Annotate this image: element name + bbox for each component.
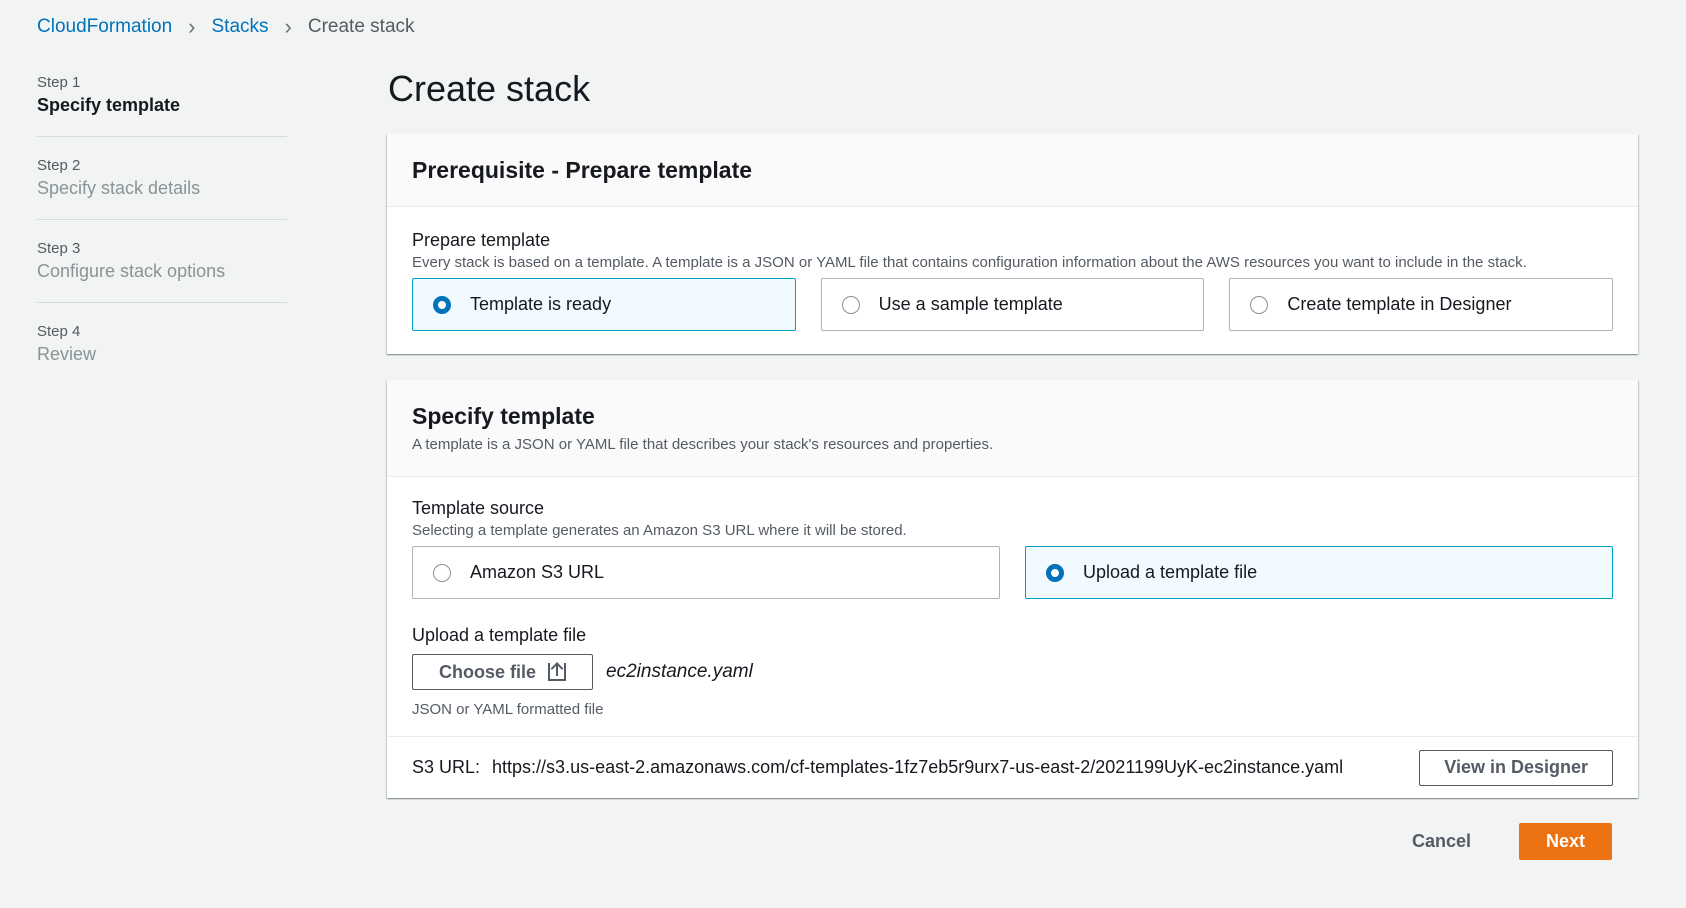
panel-description: A template is a JSON or YAML file that d… bbox=[412, 436, 994, 453]
step-title: Review bbox=[37, 344, 97, 364]
field-label: Template source bbox=[412, 498, 545, 518]
breadcrumb-stacks[interactable]: Stacks bbox=[212, 16, 269, 38]
option-label: Use a sample template bbox=[878, 294, 1063, 314]
radio-unselected-icon[interactable] bbox=[433, 563, 451, 582]
option-label: Template is ready bbox=[470, 294, 612, 314]
button-label: Choose file bbox=[439, 661, 537, 682]
step-number: Step 4 bbox=[37, 323, 81, 340]
step-number: Step 1 bbox=[37, 74, 81, 91]
field-label: Upload a template file bbox=[412, 625, 587, 645]
upload-icon bbox=[548, 663, 567, 681]
cancel-button[interactable]: Cancel bbox=[1392, 831, 1491, 852]
page-title: Create stack bbox=[388, 68, 591, 109]
breadcrumb-cloudformation[interactable]: CloudFormation bbox=[37, 16, 172, 38]
field-description: Selecting a template generates an Amazon… bbox=[412, 522, 907, 539]
panel-body: Prepare template Every stack is based on… bbox=[387, 207, 1638, 331]
panel-title: Prerequisite - Prepare template bbox=[412, 156, 753, 183]
breadcrumb-current: Create stack bbox=[307, 16, 415, 37]
option-template-ready[interactable]: Template is ready bbox=[412, 278, 796, 331]
step-3: Step 3 Configure stack options bbox=[37, 240, 287, 303]
s3-url-label: S3 URL: bbox=[412, 757, 481, 777]
prerequisite-panel: Prerequisite - Prepare template Prepare … bbox=[387, 134, 1638, 354]
step-title: Configure stack options bbox=[37, 261, 226, 281]
option-label: Amazon S3 URL bbox=[470, 562, 605, 582]
step-4: Step 4 Review bbox=[37, 323, 287, 385]
radio-unselected-icon[interactable] bbox=[1250, 295, 1269, 314]
step-title: Specify stack details bbox=[37, 178, 201, 198]
step-1: Step 1 Specify template bbox=[37, 74, 287, 137]
file-upload-row: Choose file ec2instance.yaml bbox=[412, 654, 1613, 690]
radio-unselected-icon[interactable] bbox=[841, 295, 860, 314]
step-2: Step 2 Specify stack details bbox=[37, 157, 287, 220]
next-button[interactable]: Next bbox=[1518, 823, 1612, 860]
view-in-designer-button[interactable]: View in Designer bbox=[1419, 749, 1613, 786]
file-hint: JSON or YAML formatted file bbox=[412, 701, 604, 718]
panel-header: Prerequisite - Prepare template bbox=[387, 134, 1638, 207]
field-label: Prepare template bbox=[412, 230, 551, 250]
step-number: Step 3 bbox=[37, 240, 81, 257]
step-number: Step 2 bbox=[37, 157, 81, 174]
template-source-options: Amazon S3 URL Upload a template file bbox=[412, 546, 1613, 599]
choose-file-button[interactable]: Choose file bbox=[412, 654, 594, 690]
field-description: Every stack is based on a template. A te… bbox=[412, 254, 1527, 271]
s3-url-text: S3 URL: https://s3.us-east-2.amazonaws.co… bbox=[412, 757, 1343, 778]
prepare-template-options: Template is ready Use a sample template … bbox=[412, 278, 1614, 331]
option-label: Create template in Designer bbox=[1287, 294, 1512, 314]
panel-body: Template source Selecting a template gen… bbox=[387, 477, 1638, 736]
s3-url-value: https://s3.us-east-2.amazonaws.com/cf-te… bbox=[492, 757, 1344, 777]
selected-file-name: ec2instance.yaml bbox=[606, 661, 753, 682]
panel-title: Specify template bbox=[412, 403, 595, 429]
radio-selected-icon[interactable] bbox=[433, 295, 451, 314]
radio-selected-icon[interactable] bbox=[1046, 563, 1064, 582]
breadcrumb: CloudFormation › Stacks › Create stack bbox=[37, 16, 415, 38]
option-designer[interactable]: Create template in Designer bbox=[1229, 278, 1614, 331]
specify-template-panel: Specify template A template is a JSON or… bbox=[387, 380, 1638, 798]
form-actions: Cancel Next bbox=[1392, 823, 1612, 860]
s3-url-row: S3 URL: https://s3.us-east-2.amazonaws.co… bbox=[387, 736, 1638, 798]
wizard-steps: Step 1 Specify template Step 2 Specify s… bbox=[37, 74, 287, 405]
step-title: Specify template bbox=[37, 95, 181, 115]
panel-header: Specify template A template is a JSON or… bbox=[387, 380, 1638, 477]
option-upload-file[interactable]: Upload a template file bbox=[1025, 546, 1613, 599]
option-label: Upload a template file bbox=[1083, 562, 1258, 582]
chevron-right-icon: › bbox=[188, 14, 196, 39]
option-sample-template[interactable]: Use a sample template bbox=[820, 278, 1205, 331]
option-s3-url[interactable]: Amazon S3 URL bbox=[412, 546, 1000, 599]
chevron-right-icon: › bbox=[284, 14, 292, 39]
